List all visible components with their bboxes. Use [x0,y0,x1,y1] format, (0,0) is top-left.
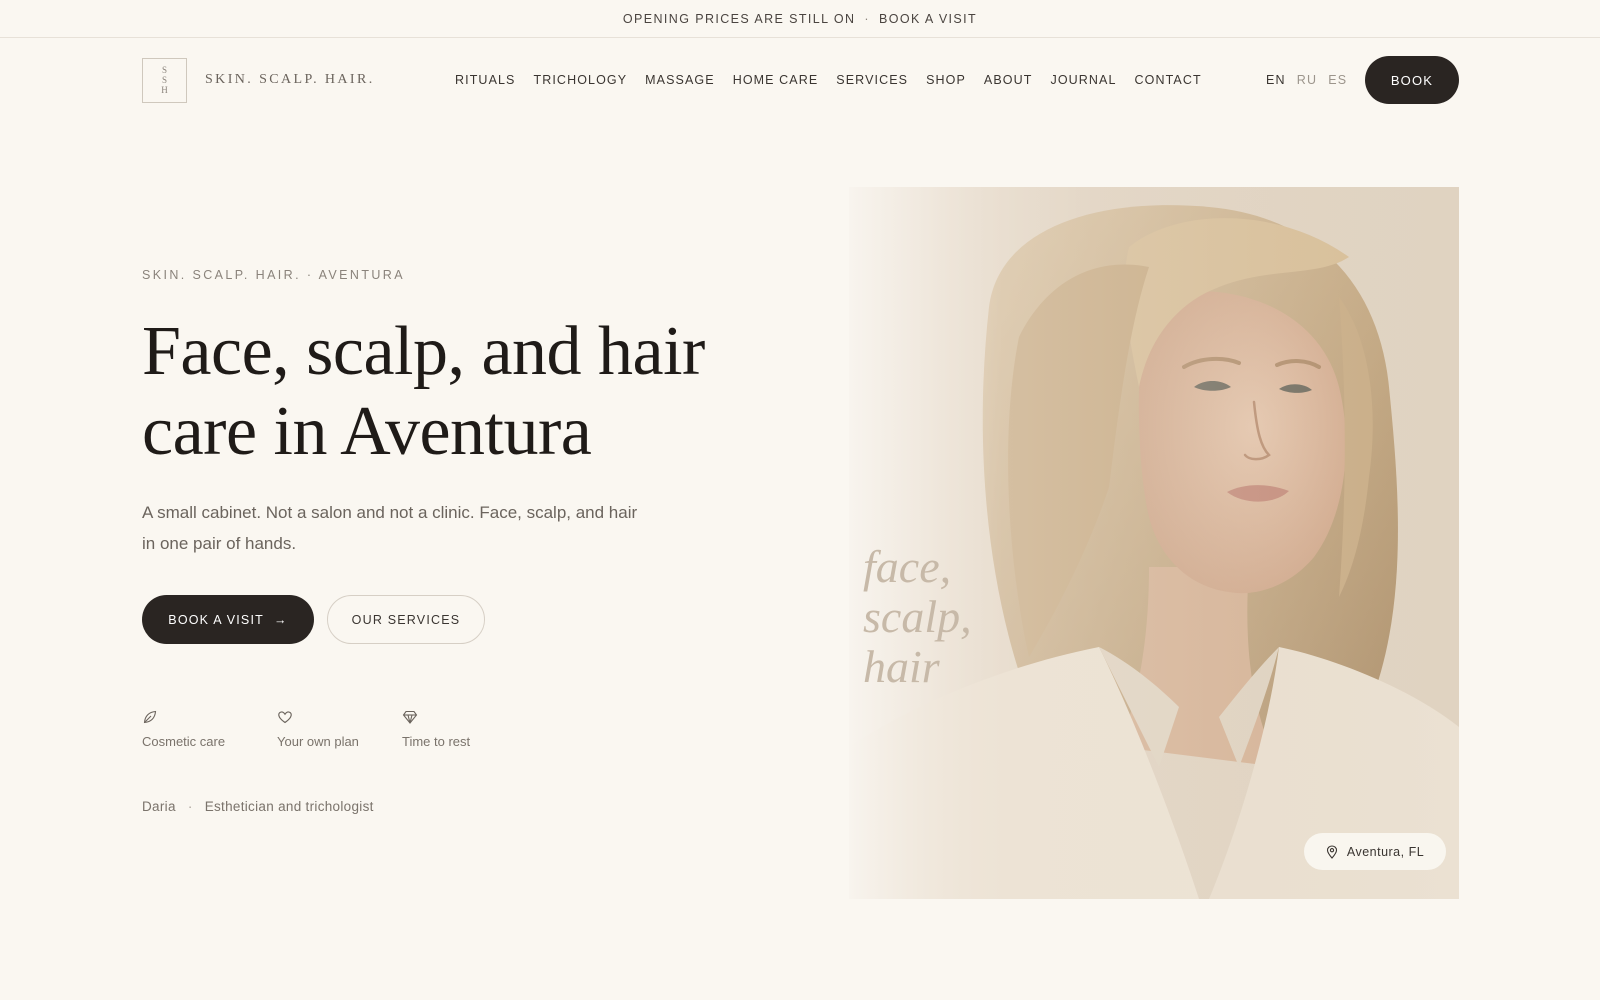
feature-label: Your own plan [277,734,359,749]
heart-icon [277,706,402,728]
hero-lead: A small cabinet. Not a salon and not a c… [142,503,638,553]
lang-en[interactable]: EN [1266,73,1286,87]
specialist-name: Daria [142,799,176,814]
feature-item: Time to rest [402,706,492,749]
logo-text[interactable]: SKIN. SCALP. HAIR. [205,72,375,88]
nav-rituals[interactable]: RITUALS [455,73,516,87]
location-text: Aventura, FL [1346,844,1425,859]
language-switcher: EN RU ES [1266,56,1347,104]
announcement-text: OPENING PRICES ARE STILL ON [622,11,856,26]
hero-eyebrow: SKIN. SCALP. HAIR. · AVENTURA [142,268,405,282]
arrow-right-icon: → [273,612,288,627]
nav-journal[interactable]: JOURNAL [1050,73,1116,87]
diamond-icon [402,706,492,728]
feature-list: Cosmetic care Your own plan Time to rest [142,706,492,749]
nav-massage[interactable]: MASSAGE [645,73,715,87]
feature-item: Cosmetic care [142,706,274,749]
nav-trichology[interactable]: TRICHOLOGY [534,73,628,87]
byline-separator: · [187,799,193,814]
location-badge[interactable]: Aventura, FL [1304,833,1446,870]
leaf-icon [142,706,274,728]
main-nav: RITUALS TRICHOLOGY MASSAGE HOME CARE SER… [455,56,1202,104]
nav-contact[interactable]: CONTACT [1135,73,1202,87]
site-header: S S H SKIN. SCALP. HAIR. RITUALS TRICHOL… [142,56,1459,104]
header-book-button[interactable]: BOOK [1365,56,1459,104]
book-visit-button[interactable]: BOOK A VISIT → [142,595,314,644]
feature-item: Your own plan [274,706,402,749]
specialist-byline: Daria · Esthetician and trichologist [142,799,374,814]
nav-services[interactable]: SERVICES [836,73,908,87]
logo-letter: H [161,85,168,95]
script-line: face, [863,541,952,592]
announcement-book-link[interactable]: BOOK A VISIT [879,12,977,26]
script-line: hair [863,641,940,692]
hero-photo: face, scalp, hair Aventura, FL [849,187,1459,899]
hero-title: Face, scalp, and hair care in Aventura [142,312,782,472]
book-visit-label: BOOK A VISIT [168,612,264,627]
specialist-role: Esthetician and trichologist [204,799,374,814]
script-line: scalp, [863,591,972,642]
logo-mark[interactable]: S S H [142,57,187,103]
map-pin-icon [1326,844,1337,859]
nav-about[interactable]: ABOUT [984,73,1033,87]
lang-ru[interactable]: RU [1297,73,1317,87]
announcement-separator: · [864,11,870,26]
announcement-bar: OPENING PRICES ARE STILL ON · BOOK A VIS… [0,0,1600,38]
photo-script-text: face, scalp, hair [863,542,972,692]
nav-shop[interactable]: SHOP [926,73,966,87]
feature-label: Time to rest [402,734,471,749]
hero-title-line-2: care in Aventura [142,393,592,470]
logo-letter: S [161,65,167,75]
lang-es[interactable]: ES [1328,73,1347,87]
hero-title-line-1: Face, scalp, and hair [142,313,705,390]
nav-home-care[interactable]: HOME CARE [733,73,819,87]
feature-label: Cosmetic care [142,734,226,749]
our-services-button[interactable]: OUR SERVICES [327,595,485,644]
logo-letter: S [161,75,167,85]
